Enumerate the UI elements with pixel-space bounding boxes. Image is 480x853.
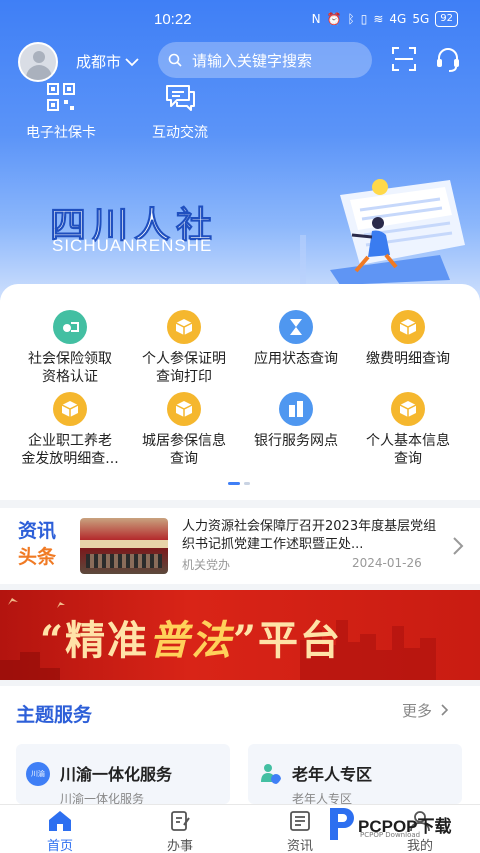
service-social-insurance-cert[interactable]: 社会保险领取 资格认证 [10, 310, 130, 386]
more-label: 更多 [402, 702, 433, 720]
theme-card-chuanyu[interactable]: 川渝 川渝一体化服务 川渝一体化服务 [16, 744, 230, 806]
more-link[interactable]: 更多 [402, 700, 449, 721]
box-icon [167, 392, 201, 426]
banner-illustration [300, 179, 465, 285]
customer-service-icon[interactable] [434, 46, 462, 74]
news-section-label: 资讯 头条 [18, 520, 57, 568]
chevron-right-icon [441, 704, 448, 716]
service-resident-insurance[interactable]: 城居参保信息 查询 [124, 392, 244, 468]
banner-subtitle: SICHUANRENSHE [52, 236, 213, 255]
quick-action-social-card[interactable]: 电子社保卡 [20, 82, 102, 142]
service-label: 个人参保证明 [142, 351, 226, 367]
status-bar: 10:22 N ⏰ ᛒ ▯ ≋ 4G 5G 92 [0, 0, 480, 40]
status-time: 10:22 [154, 11, 192, 28]
service-label: 银行服务网点 [254, 433, 338, 449]
chevron-down-icon [125, 57, 139, 66]
page-indicator [228, 482, 250, 485]
newspaper-icon [290, 811, 310, 831]
theme-card-elderly[interactable]: 老年人专区 老年人专区 [248, 744, 462, 806]
quick-action-label: 电子社保卡 [26, 125, 96, 141]
chat-bubbles-icon [166, 85, 195, 111]
quick-action-label: 互动交流 [152, 125, 208, 141]
service-label: 查询 [394, 451, 422, 467]
section-title: 主题服务 [16, 704, 93, 726]
promo-text: “精准普法”平台 [40, 608, 342, 666]
search-input[interactable]: 请输入关键字搜索 [158, 42, 372, 78]
box-icon [53, 392, 87, 426]
news-thumbnail [80, 518, 168, 574]
signal-4g-icon: 4G [389, 12, 407, 26]
service-label: 应用状态查询 [254, 351, 338, 367]
hero-header: 10:22 N ⏰ ᛒ ▯ ≋ 4G 5G 92 成都市 请输入关键字搜索 电子… [0, 0, 480, 300]
avatar[interactable] [18, 42, 58, 82]
watermark-subtext: PCPOP Download [360, 831, 421, 839]
promo-text-middle: 普法 [149, 617, 234, 664]
alarm-icon: ⏰ [326, 12, 342, 26]
news-row[interactable]: 资讯 头条 人力资源社会保障厅召开2023年度基层党组织书记抓党建工作述职暨正处… [0, 508, 480, 584]
service-app-status[interactable]: 应用状态查询 [236, 310, 356, 368]
status-icons: N ⏰ ᛒ ▯ ≋ 4G 5G 92 [312, 11, 458, 27]
theme-services: 主题服务 更多 川渝 川渝一体化服务 川渝一体化服务 老年人专区 老年人专区 [0, 686, 480, 806]
service-label: 城居参保信息 [142, 433, 226, 449]
search-icon [168, 53, 182, 67]
chevron-right-icon [453, 537, 464, 555]
watermark: PCPOP下载 PCPOP Download [326, 800, 476, 848]
box-icon [391, 310, 425, 344]
chuanyu-badge-icon: 川渝 [26, 762, 50, 786]
service-bank-outlets[interactable]: 银行服务网点 [236, 392, 356, 450]
elderly-person-icon [261, 764, 281, 784]
promo-banner[interactable]: “精准普法”平台 [0, 590, 480, 680]
nav-home[interactable]: 首页 [20, 809, 100, 853]
card-title: 老年人专区 [292, 765, 373, 784]
nav-label: 资讯 [286, 839, 313, 853]
service-label: 个人基本信息 [366, 433, 450, 449]
promo-text-right: ”平台 [233, 617, 343, 664]
search-placeholder: 请输入关键字搜索 [192, 51, 313, 70]
nav-label: 办事 [166, 839, 193, 853]
battery-icon: 92 [435, 11, 458, 27]
service-insurance-proof[interactable]: 个人参保证明 查询打印 [124, 310, 244, 386]
service-label: 金发放明细查... [21, 451, 119, 467]
bluetooth-icon: ᛒ [347, 12, 355, 26]
service-personal-info[interactable]: 个人基本信息 查询 [348, 392, 468, 468]
nav-label: 首页 [46, 839, 73, 853]
vibrate-icon: ▯ [360, 12, 368, 26]
service-label: 企业职工养老 [28, 433, 112, 449]
home-icon [49, 811, 71, 831]
box-icon [391, 392, 425, 426]
pen-icon [171, 811, 190, 831]
news-title: 人力资源社会保障厅召开2023年度基层党组织书记抓党建工作述职暨正处... [182, 519, 437, 552]
wifi-icon: ≋ [373, 12, 384, 26]
signal-5g-icon: 5G [412, 12, 430, 26]
certificate-icon [53, 310, 87, 344]
top-bar: 成都市 请输入关键字搜索 [0, 40, 480, 82]
box-icon [167, 310, 201, 344]
service-label: 社会保险领取 [28, 351, 112, 367]
watermark-logo-icon [330, 808, 354, 840]
city-label: 成都市 [76, 53, 122, 71]
service-pension-details[interactable]: 企业职工养老 金发放明细查... [10, 392, 130, 468]
promo-text-left: “精准 [40, 617, 150, 664]
news-date: 2024-01-26 [352, 556, 422, 570]
service-label: 查询打印 [156, 369, 212, 385]
hourglass-icon [279, 310, 313, 344]
qr-code-icon [47, 83, 75, 111]
scan-icon[interactable] [391, 46, 417, 72]
nav-services[interactable]: 办事 [140, 809, 220, 853]
card-title: 川渝一体化服务 [60, 765, 173, 784]
building-icon [279, 392, 313, 426]
service-label: 缴费明细查询 [366, 351, 450, 367]
city-selector[interactable]: 成都市 [76, 51, 139, 72]
service-label: 查询 [170, 451, 198, 467]
service-payment-details[interactable]: 缴费明细查询 [348, 310, 468, 368]
nfc-icon: N [311, 12, 321, 26]
service-label: 资格认证 [42, 369, 98, 385]
news-source: 机关党办 [182, 558, 231, 572]
quick-action-interaction[interactable]: 互动交流 [144, 82, 216, 142]
